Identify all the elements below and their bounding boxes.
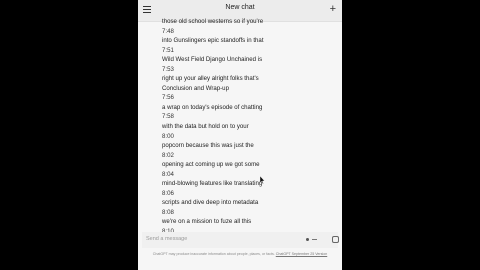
transcript-line: popcorn because this was just the (162, 142, 254, 150)
transcript-timestamp: 7:58 (162, 113, 174, 121)
transcript-timestamp: 8:06 (162, 189, 174, 197)
version-link[interactable]: ChatGPT September 25 Version (276, 252, 327, 256)
transcript-line: right up your alley alright folks that's (162, 75, 259, 83)
video-frame: New chat + those old school westerns so … (0, 0, 480, 270)
transcript-line: scripts and dive deep into metadata (162, 199, 259, 207)
disclaimer-footer: ChatGPT may produce inaccurate informati… (144, 252, 336, 257)
new-chat-plus-icon[interactable]: + (330, 3, 336, 15)
transcript-line: a wrap on today's episode of chatting (162, 103, 263, 111)
transcript-timestamp: 8:02 (162, 151, 174, 159)
message-input-placeholder: Send a message (146, 236, 188, 242)
chat-title: New chat (225, 4, 255, 11)
transcript-line: mind-blowing features like translating (162, 180, 263, 188)
transcript-line: we're on a mission to fuze all this (162, 218, 252, 226)
transcript-line: opening act coming up we got some (162, 161, 260, 169)
disclaimer-text: ChatGPT may produce inaccurate informati… (152, 252, 275, 256)
transcript-line: those old school westerns so if you're (162, 18, 264, 25)
transcript-timestamp: 8:04 (162, 170, 174, 178)
transcript-timestamp: 8:08 (162, 208, 174, 216)
transcript-timestamp: 7:51 (162, 46, 174, 54)
message-input[interactable]: Send a message (142, 232, 339, 248)
transcript-timestamp: 7:53 (162, 65, 174, 73)
mouse-cursor-icon (260, 176, 265, 184)
transcript-line: Wild West Field Django Unchained is (162, 56, 263, 64)
transcript-timestamp: 8:00 (162, 132, 174, 140)
transcript-timestamp: 7:48 (162, 27, 174, 35)
transcript-timestamp: 7:56 (162, 94, 174, 102)
dash-icon (312, 239, 317, 240)
transcript-list: those old school westerns so if you're 7:… (162, 17, 332, 237)
chat-app-window: New chat + those old school westerns so … (138, 0, 342, 270)
transcript-line: Conclusion and Wrap-up (162, 84, 229, 92)
transcript-line: into Gunslingers epic standoffs in that (162, 37, 264, 45)
transcript-line: with the data but hold on to your (162, 123, 249, 131)
send-icon[interactable] (332, 236, 339, 243)
microphone-icon[interactable] (306, 238, 309, 241)
